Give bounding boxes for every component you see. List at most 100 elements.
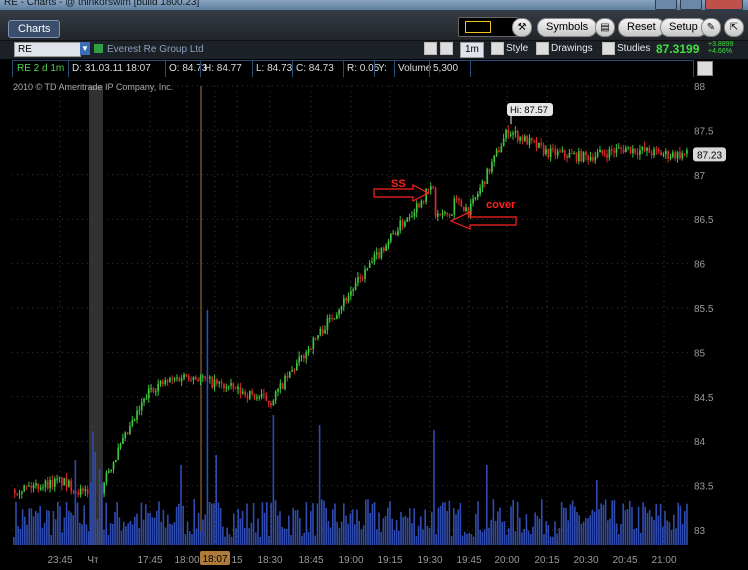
- symbol-input[interactable]: RE: [14, 42, 81, 57]
- candle: [218, 381, 221, 384]
- studies-button[interactable]: Studies: [602, 42, 650, 56]
- interval-select[interactable]: 1m: [460, 42, 484, 58]
- candle: [439, 213, 442, 215]
- volume-bar: [585, 518, 587, 545]
- candle: [667, 151, 669, 159]
- link-icon[interactable]: [94, 44, 103, 53]
- volume-bar: [578, 515, 580, 545]
- volume-bar: [288, 515, 290, 545]
- candle: [185, 374, 188, 377]
- volume-bar: [101, 482, 103, 545]
- volume-bar: [651, 516, 653, 545]
- candle: [401, 220, 404, 227]
- volume-bar: [668, 522, 671, 545]
- volume-bar: [653, 520, 655, 545]
- maximize-button[interactable]: [680, 0, 702, 10]
- volume-bar: [395, 520, 398, 545]
- candle: [317, 335, 319, 338]
- candle: [559, 151, 561, 153]
- volume-bar: [222, 526, 224, 545]
- candle: [25, 485, 28, 487]
- volume-bar: [549, 536, 552, 545]
- drawings-button[interactable]: Drawings: [536, 42, 593, 56]
- volume-bar: [134, 516, 136, 545]
- volume-bar: [453, 508, 455, 545]
- volume-bar: [237, 508, 239, 545]
- volume-bar: [79, 522, 81, 545]
- candle: [183, 374, 185, 379]
- volume-bar: [411, 523, 413, 545]
- volume-bar: [404, 515, 407, 545]
- candle: [580, 151, 583, 162]
- reset-button[interactable]: Reset: [618, 18, 665, 37]
- volume-bar: [263, 512, 266, 545]
- candle: [589, 157, 592, 161]
- zoom-icon[interactable]: [440, 42, 455, 56]
- crosshair-icon[interactable]: [424, 42, 439, 56]
- volume-bar: [494, 520, 497, 545]
- volume-bar: [43, 522, 46, 545]
- print-icon[interactable]: ▤: [595, 18, 615, 37]
- volume-bar: [389, 501, 391, 545]
- candle: [249, 390, 251, 399]
- volume-bar: [184, 534, 187, 545]
- volume-bar: [98, 468, 101, 545]
- style-button[interactable]: Style: [491, 42, 528, 56]
- volume-bar: [525, 514, 528, 545]
- volume-bar: [365, 499, 367, 545]
- volume-bar: [83, 505, 85, 545]
- candle: [32, 485, 35, 489]
- volume-bar: [305, 502, 308, 545]
- volume-bar: [642, 502, 644, 545]
- tab-charts[interactable]: Charts: [8, 20, 61, 38]
- symbol-bar: RE ▼ Everest Re Group Ltd 1m Style Drawi…: [0, 41, 748, 60]
- close-button[interactable]: [705, 0, 743, 10]
- candle: [446, 212, 449, 215]
- candle: [209, 376, 211, 379]
- volume-bar: [607, 520, 609, 545]
- candle: [169, 378, 171, 382]
- volume-bar: [120, 530, 123, 545]
- candle: [232, 383, 235, 389]
- window-title: RE - Charts - @ thinkorswim [build 1800.…: [4, 0, 200, 8]
- period-label[interactable]: RE 2 d 1m: [17, 63, 64, 74]
- candle: [486, 168, 489, 184]
- volume-bar: [213, 503, 215, 545]
- volume-bar: [52, 511, 55, 545]
- candle: [554, 148, 557, 156]
- detach-icon[interactable]: ⇱: [724, 18, 744, 37]
- candle: [371, 262, 373, 264]
- volume-bar: [431, 511, 433, 545]
- info-close: C: 84.73: [296, 63, 334, 74]
- volume-bar: [433, 430, 435, 545]
- volume-bar: [360, 529, 363, 545]
- pin-icon[interactable]: ✎: [701, 18, 721, 37]
- symbols-button[interactable]: Symbols: [537, 18, 598, 37]
- candle: [298, 356, 301, 363]
- volume-bar: [587, 518, 589, 545]
- chevron-down-icon[interactable]: ▼: [80, 42, 90, 55]
- volume-bar: [336, 521, 338, 545]
- candle: [672, 152, 674, 157]
- time-tick-label: 20:30: [573, 555, 598, 566]
- candle: [613, 151, 615, 153]
- volume-bar: [325, 507, 327, 545]
- chart-settings-icon[interactable]: [697, 61, 713, 76]
- volume-bar: [74, 460, 77, 545]
- volume-bar: [241, 510, 244, 545]
- volume-bar: [131, 524, 134, 545]
- volume-bar: [48, 510, 50, 545]
- volume-bar: [400, 511, 402, 545]
- candle: [239, 386, 242, 394]
- setup-button[interactable]: Setup: [660, 18, 707, 37]
- candle: [364, 269, 366, 279]
- candle: [281, 383, 284, 389]
- candle: [568, 152, 571, 158]
- candle: [343, 298, 345, 307]
- volume-bar: [556, 533, 558, 545]
- volume-bar: [637, 506, 640, 545]
- wrench-icon[interactable]: ⚒: [512, 18, 532, 37]
- price-chart[interactable]: 88 87.5 87 86.5 86 85.5 85 84.5 84 83.5 83 87.23 23…: [0, 77, 748, 570]
- minimize-button[interactable]: [655, 0, 677, 10]
- link-color-box[interactable]: [458, 17, 518, 37]
